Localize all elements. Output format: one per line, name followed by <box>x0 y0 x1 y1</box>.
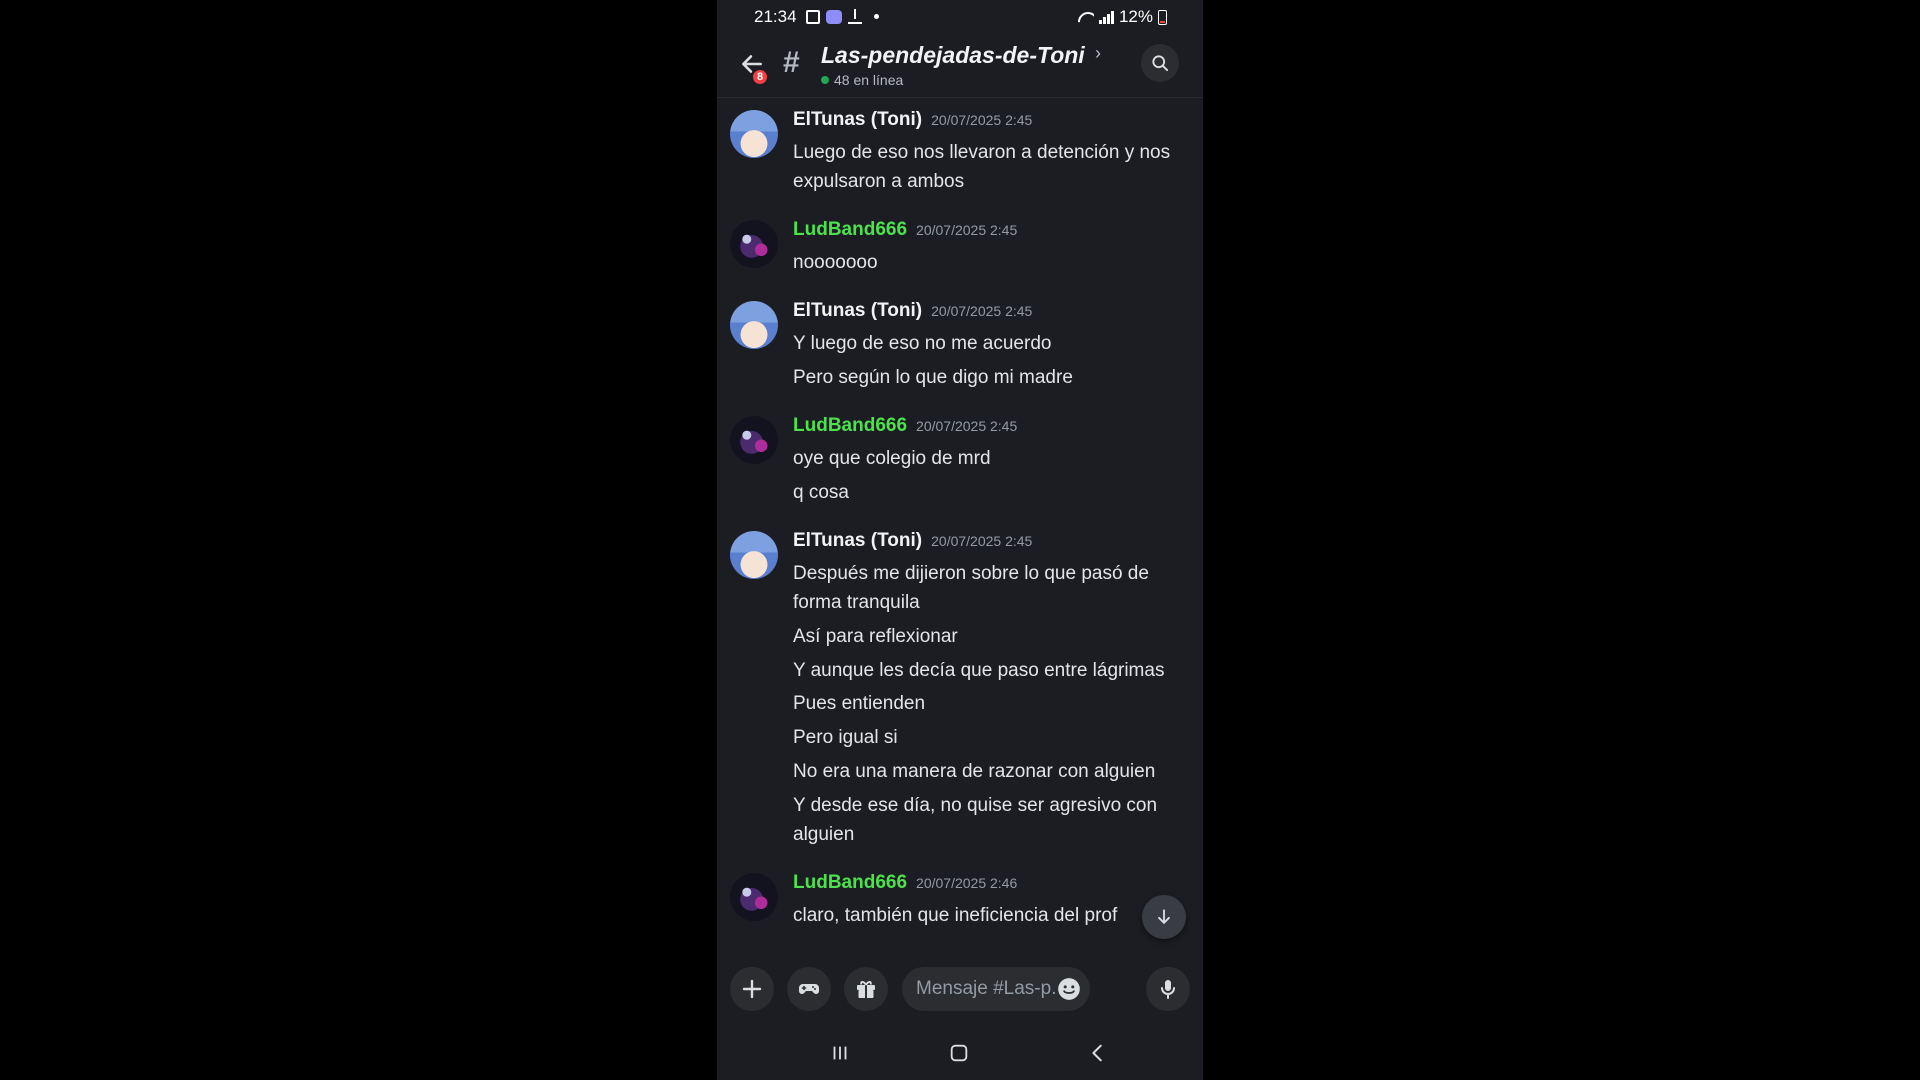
recent-apps-button[interactable] <box>826 1039 854 1067</box>
message-timestamp: 20/07/2025 2:45 <box>931 303 1033 319</box>
message-line[interactable]: Después me dijieron sobre lo que pasó de <box>793 559 1193 588</box>
discord-notification-icon <box>826 9 842 24</box>
microphone-icon <box>1161 980 1175 999</box>
message-line[interactable]: Y luego de eso no me acuerdo <box>793 329 1193 358</box>
message-input-wrapper <box>902 967 1090 1011</box>
avatar[interactable] <box>730 531 778 579</box>
system-back-button[interactable] <box>1084 1039 1112 1067</box>
system-indicators: 12% <box>1078 7 1167 27</box>
message-group: ElTunas (Toni) 20/07/2025 2:45 Luego de … <box>717 99 1203 209</box>
message-group: ElTunas (Toni) 20/07/2025 2:45 Y luego d… <box>717 290 1203 405</box>
gallery-notification-icon <box>806 9 820 24</box>
message-author[interactable]: LudBand666 <box>793 415 907 437</box>
avatar[interactable] <box>730 873 778 921</box>
message-line[interactable]: alguien <box>793 820 1193 849</box>
online-count: 48 en línea <box>821 72 903 88</box>
unread-badge: 8 <box>751 68 769 86</box>
message-group: LudBand666 20/07/2025 2:45 oye que coleg… <box>717 405 1203 520</box>
channel-header: 8 # Las-pendejadas-de-Toni › 48 en línea <box>717 34 1203 98</box>
emoji-icon[interactable] <box>1056 976 1082 1002</box>
battery-percent: 12% <box>1118 7 1153 26</box>
plus-icon <box>742 979 762 999</box>
message-author[interactable]: LudBand666 <box>793 872 907 894</box>
avatar[interactable] <box>730 301 778 349</box>
message-timestamp: 20/07/2025 2:46 <box>916 875 1018 891</box>
recent-apps-icon <box>833 1046 847 1060</box>
phone-screen: 21:34 12% 8 # Las-pendejadas-de-Toni › 4… <box>717 0 1203 1080</box>
message-line[interactable]: expulsaron a ambos <box>793 167 1193 196</box>
avatar[interactable] <box>730 220 778 268</box>
message-list[interactable]: ElTunas (Toni) 20/07/2025 2:45 Luego de … <box>717 99 1203 955</box>
nav-back-icon <box>1092 1044 1102 1062</box>
message-input[interactable] <box>916 967 1056 1011</box>
message-line[interactable]: claro, también que ineficiencia del prof <box>793 901 1193 930</box>
search-icon <box>1152 55 1169 72</box>
message-author[interactable]: ElTunas (Toni) <box>793 109 922 131</box>
home-button[interactable] <box>945 1039 973 1067</box>
message-timestamp: 20/07/2025 2:45 <box>916 418 1018 434</box>
search-button[interactable] <box>1141 44 1179 82</box>
message-line[interactable]: Así para reflexionar <box>793 622 1193 651</box>
message-timestamp: 20/07/2025 2:45 <box>931 533 1033 549</box>
avatar[interactable] <box>730 110 778 158</box>
online-dot-icon <box>821 76 829 84</box>
message-line[interactable]: Pero según lo que digo mi madre <box>793 363 1193 392</box>
gift-button[interactable] <box>844 967 888 1011</box>
message-line[interactable]: Pero igual si <box>793 723 1193 752</box>
system-navigation-bar <box>717 1025 1203 1080</box>
status-time: 21:34 <box>754 7 797 26</box>
home-icon <box>950 1044 968 1062</box>
gift-icon <box>857 981 875 998</box>
message-group: ElTunas (Toni) 20/07/2025 2:45 Después m… <box>717 520 1203 856</box>
message-line[interactable]: q cosa <box>793 478 1193 507</box>
voice-message-button[interactable] <box>1146 967 1190 1011</box>
message-author[interactable]: ElTunas (Toni) <box>793 530 922 552</box>
message-timestamp: 20/07/2025 2:45 <box>931 112 1033 128</box>
message-composer <box>717 955 1203 1025</box>
message-group: LudBand666 20/07/2025 2:46 claro, tambié… <box>717 862 1203 952</box>
online-text: 48 en línea <box>834 72 904 88</box>
channel-title[interactable]: Las-pendejadas-de-Toni <box>821 42 1085 69</box>
more-notifications-icon <box>874 14 879 19</box>
message-line[interactable]: Y desde ese día, no quise ser agresivo c… <box>793 791 1193 820</box>
message-timestamp: 20/07/2025 2:45 <box>916 222 1018 238</box>
arrow-down-icon <box>1158 909 1170 924</box>
gamepad-icon <box>799 984 819 994</box>
message-group: LudBand666 20/07/2025 2:45 nooooooo <box>717 209 1203 290</box>
wifi-icon <box>1078 10 1094 24</box>
message-line[interactable]: oye que colegio de mrd <box>793 444 1193 473</box>
message-author[interactable]: ElTunas (Toni) <box>793 300 922 322</box>
signal-icon <box>1098 10 1114 24</box>
message-line[interactable]: forma tranquila <box>793 588 1193 617</box>
battery-icon <box>1158 9 1167 25</box>
chevron-right-icon[interactable]: › <box>1095 43 1101 64</box>
message-line[interactable]: Pues entienden <box>793 689 1193 718</box>
avatar[interactable] <box>730 416 778 464</box>
message-author[interactable]: LudBand666 <box>793 219 907 241</box>
download-notification-icon <box>848 9 862 24</box>
message-line[interactable]: nooooooo <box>793 248 1193 277</box>
message-line[interactable]: Y aunque les decía que paso entre lágrim… <box>793 656 1193 685</box>
message-line[interactable]: Luego de eso nos llevaron a detención y … <box>793 138 1193 167</box>
add-attachment-button[interactable] <box>730 967 774 1011</box>
status-bar: 21:34 12% <box>717 0 1203 34</box>
jump-to-bottom-button[interactable] <box>1142 895 1186 939</box>
activities-button[interactable] <box>787 967 831 1011</box>
notification-icons <box>806 9 879 24</box>
channel-hash-icon: # <box>783 46 800 79</box>
message-line[interactable]: No era una manera de razonar con alguien <box>793 757 1193 786</box>
